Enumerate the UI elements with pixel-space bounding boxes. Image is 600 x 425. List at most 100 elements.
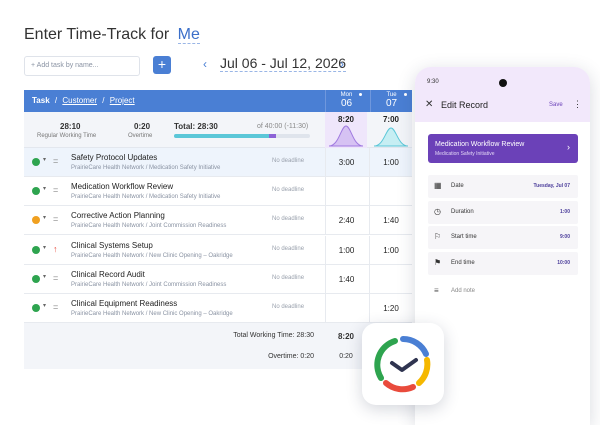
day-number: 07 xyxy=(385,98,398,109)
total-label: Total: 28:30 xyxy=(174,122,218,131)
task-column-header: Task / Customer / Project xyxy=(32,96,135,105)
priority-normal-icon: = xyxy=(53,214,59,225)
flag-start-icon: ⚐ xyxy=(434,232,442,241)
tue-day-chart: 7:00 xyxy=(370,112,412,148)
time-cell-mon[interactable]: 1:40 xyxy=(325,264,367,294)
title-prefix: Enter Time-Track for xyxy=(24,26,170,43)
time-cell-tue[interactable] xyxy=(369,264,412,294)
status-clock-icon[interactable] xyxy=(32,158,40,166)
selected-task-project: Medication Safety Initiative xyxy=(435,151,495,157)
task-name[interactable]: Clinical Equipment Readiness xyxy=(71,299,177,308)
task-deadline: No deadline xyxy=(272,245,305,252)
clock-logo-icon xyxy=(374,335,431,393)
chevron-down-icon[interactable]: ▾ xyxy=(43,302,46,309)
table-row[interactable]: ▾ = Medication Workflow Review PrairieCare … xyxy=(24,177,412,207)
screen: Enter Time-Track for Me + Add task by na… xyxy=(0,0,600,425)
mon-day-chart: 8:20 xyxy=(325,112,367,148)
time-cell-tue[interactable] xyxy=(369,177,412,207)
field-value: Tuesday, Jul 07 xyxy=(533,183,571,189)
task-deadline: No deadline xyxy=(272,304,305,310)
week-progress-bar xyxy=(174,134,310,138)
table-row[interactable]: ▾ = Safety Protocol Updates PrairieCare Hea… xyxy=(24,148,412,177)
selected-task-card[interactable]: Medication Workflow Review Medication Sa… xyxy=(428,134,578,163)
time-cell-tue[interactable]: 1:00 xyxy=(369,148,412,177)
field-start-time[interactable]: ⚐ Start time 9:00 xyxy=(428,226,578,249)
phone-clock: 9:30 xyxy=(427,79,439,85)
footer-overtime-mon: 0:20 xyxy=(339,353,353,360)
task-name[interactable]: Clinical Systems Setup xyxy=(71,241,153,250)
table-footer: Total Working Time: 28:30 8:20 Overtime:… xyxy=(24,323,412,369)
day-header-tue[interactable]: Tue 07 xyxy=(370,90,412,112)
close-icon[interactable]: ✕ xyxy=(425,99,433,110)
overtime-value: 0:20 xyxy=(134,122,151,131)
field-label: Start time xyxy=(451,234,477,240)
overtime-fill xyxy=(269,134,276,138)
chevron-right-icon[interactable]: › xyxy=(340,57,344,71)
chevron-down-icon[interactable]: ▾ xyxy=(43,273,46,280)
priority-high-icon: ↑ xyxy=(53,243,58,254)
regular-time-value: 28:10 xyxy=(60,122,81,131)
phone-title: Edit Record xyxy=(441,100,489,110)
phone-status-bar: 9:30 xyxy=(415,67,590,89)
field-duration[interactable]: ◷ Duration 1:00 xyxy=(428,200,578,224)
time-cell-tue[interactable]: 1:40 xyxy=(369,206,412,236)
task-path: PrairieCare Health Network / Joint Commi… xyxy=(71,281,227,288)
day-header-mon[interactable]: Mon 06 xyxy=(325,90,367,112)
table-row[interactable]: ▾ = Corrective Action Planning PrairieCare … xyxy=(24,206,412,236)
table-header: Task / Customer / Project Mon 06 Tue 07 xyxy=(24,90,412,112)
customer-sort-link[interactable]: Customer xyxy=(62,96,97,105)
chevron-left-icon[interactable]: ‹ xyxy=(203,57,207,71)
time-cell-mon[interactable]: 1:00 xyxy=(325,235,367,265)
add-task-button[interactable]: + xyxy=(153,56,171,74)
table-row[interactable]: ▾ = Clinical Equipment Readiness PrairieCar… xyxy=(24,294,412,323)
chevron-down-icon[interactable]: ▾ xyxy=(43,214,46,221)
task-name[interactable]: Corrective Action Planning xyxy=(71,211,165,220)
week-summary: 28:10 Regular Working Time 0:20 Overtime… xyxy=(24,112,412,148)
time-cell-mon[interactable]: 3:00 xyxy=(325,148,367,177)
target-label: of 40:00 (-11:30) xyxy=(257,123,309,130)
chevron-down-icon[interactable]: ▾ xyxy=(43,156,46,163)
save-button[interactable]: Save xyxy=(549,102,563,108)
task-deadline: No deadline xyxy=(272,158,305,164)
priority-normal-icon: = xyxy=(53,302,59,312)
time-cell-mon[interactable] xyxy=(325,294,367,323)
user-selector[interactable]: Me xyxy=(177,26,200,44)
task-name[interactable]: Clinical Record Audit xyxy=(71,270,145,279)
chevron-down-icon[interactable]: ▾ xyxy=(43,244,46,251)
field-label: Duration xyxy=(451,208,474,215)
task-path: PrairieCare Health Network / New Clinic … xyxy=(71,311,233,317)
note-placeholder: Add note xyxy=(451,288,476,294)
table-row[interactable]: ▾ ↑ Clinical Systems Setup PrairieCare Heal… xyxy=(24,235,412,265)
project-sort-link[interactable]: Project xyxy=(110,96,135,105)
chevron-down-icon[interactable]: ▾ xyxy=(43,185,46,192)
field-end-time[interactable]: ⚑ End time 10:00 xyxy=(428,251,578,275)
task-path: PrairieCare Health Network / Joint Commi… xyxy=(71,223,227,230)
total-working-time-label: Total Working Time: 28:30 xyxy=(233,332,314,339)
header-separator: / xyxy=(54,96,58,105)
regular-time-label: Regular Working Time xyxy=(37,133,97,139)
status-clock-icon[interactable] xyxy=(32,216,40,225)
priority-normal-icon: = xyxy=(53,272,59,283)
footer-overtime-label: Overtime: 0:20 xyxy=(268,353,314,360)
time-cell-mon[interactable] xyxy=(325,177,367,207)
time-cell-tue[interactable]: 1:00 xyxy=(369,235,412,265)
table-row[interactable]: ▾ = Clinical Record Audit PrairieCare Healt… xyxy=(24,264,412,294)
status-clock-icon[interactable] xyxy=(32,274,40,283)
task-name[interactable]: Safety Protocol Updates xyxy=(71,153,157,162)
task-name[interactable]: Medication Workflow Review xyxy=(71,182,173,191)
field-date[interactable]: ▦ Date Tuesday, Jul 07 xyxy=(428,175,578,198)
time-cell-mon[interactable]: 2:40 xyxy=(325,206,367,236)
field-label: End time xyxy=(451,259,475,266)
status-clock-icon[interactable] xyxy=(32,245,40,254)
task-header-label: Task xyxy=(32,96,50,105)
date-range-selector[interactable]: Jul 06 - Jul 12, 2026 xyxy=(220,55,347,72)
header-separator: / xyxy=(102,96,105,105)
add-note-field[interactable]: ≡ Add note xyxy=(428,282,578,302)
add-task-input[interactable]: + Add task by name... xyxy=(24,56,140,76)
task-path: PrairieCare Health Network / New Clinic … xyxy=(71,252,233,259)
status-clock-icon[interactable] xyxy=(32,187,40,196)
time-cell-tue[interactable]: 1:20 xyxy=(369,294,412,323)
more-vertical-icon[interactable]: ⋮ xyxy=(573,99,582,110)
status-clock-icon[interactable] xyxy=(32,304,40,312)
priority-normal-icon: = xyxy=(53,185,59,196)
